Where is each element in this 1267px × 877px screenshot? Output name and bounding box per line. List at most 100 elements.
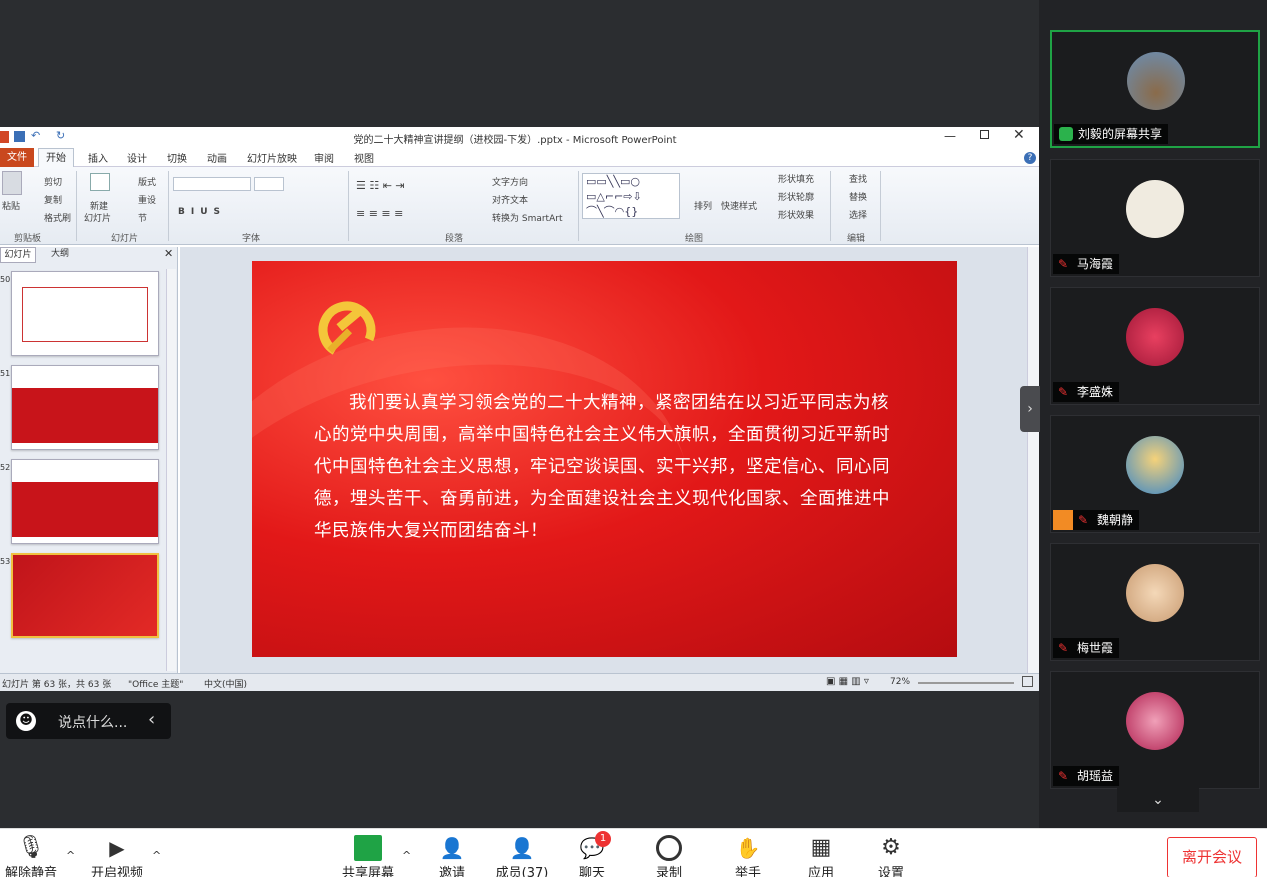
share-screen-button[interactable]: 共享屏幕 — [333, 829, 403, 877]
cut-button[interactable]: 剪切 — [44, 175, 62, 188]
quick-styles-button[interactable]: 快速样式 — [721, 199, 757, 212]
font-size-box[interactable] — [254, 177, 284, 191]
invite-button[interactable]: 👤 邀请 — [417, 829, 487, 877]
format-painter-button[interactable]: 格式刷 — [44, 211, 71, 224]
text-direction-button[interactable]: 文字方向 — [492, 175, 528, 188]
emoji-icon[interactable]: ☻ — [16, 711, 36, 731]
current-slide[interactable]: 我们要认真学习领会党的二十大精神，紧密团结在以习近平同志为核心的党中央周围，高举… — [252, 261, 957, 657]
group-font: 字体 — [242, 234, 261, 244]
layout-button[interactable]: 版式 — [138, 175, 156, 188]
panel-scrollbar[interactable] — [166, 269, 176, 671]
shape-outline-button[interactable]: 形状轮廓 — [778, 190, 814, 203]
tab-file[interactable]: 文件 — [0, 148, 34, 167]
group-editing: 编辑 — [847, 234, 866, 244]
tab-review[interactable]: 审阅 — [314, 150, 334, 165]
minimize-button[interactable]: — — [944, 129, 956, 143]
tab-animations[interactable]: 动画 — [207, 150, 227, 165]
chat-input[interactable]: 说点什么... — [58, 712, 127, 732]
participant-tile[interactable]: ✎ 梅世霞 — [1050, 543, 1260, 661]
panel-toggle-button[interactable]: › — [1020, 386, 1040, 432]
participant-tile[interactable]: ✎ 李盛姝 — [1050, 287, 1260, 405]
avatar — [1127, 52, 1185, 110]
chat-button[interactable]: 💬 聊天 1 — [557, 829, 627, 877]
gear-icon: ⚙ — [881, 835, 901, 860]
tab-insert[interactable]: 插入 — [88, 150, 108, 165]
language[interactable]: 中文(中国) — [204, 677, 247, 690]
new-slide-label[interactable]: 幻灯片 — [84, 211, 111, 224]
window-title: 党的二十大精神宣讲提纲（进校园-下发）.pptx - Microsoft Pow… — [353, 135, 677, 146]
shapes-gallery[interactable]: ▭▭╲╲▭○ ▭△⌐⌐⇨⇩ ⌒╲⌒◠{} — [582, 173, 680, 219]
shape-effect-button[interactable]: 形状效果 — [778, 208, 814, 221]
apps-button[interactable]: ▦ 应用 — [786, 829, 856, 877]
members-icon: 👤 — [509, 836, 535, 860]
participant-tile[interactable]: ✎ 魏朝静 — [1050, 415, 1260, 533]
paste-icon[interactable] — [2, 171, 22, 195]
members-button[interactable]: 👤 成员(37) — [487, 829, 557, 877]
audio-options-caret[interactable]: ^ — [66, 849, 75, 862]
copy-button[interactable]: 复制 — [44, 193, 62, 206]
theme-name: "Office 主题" — [128, 680, 184, 690]
section-button[interactable]: 节 — [138, 211, 147, 224]
participant-tile-active[interactable]: 刘毅的屏幕共享 — [1050, 30, 1260, 148]
record-button[interactable]: 录制 — [634, 829, 704, 877]
restore-button[interactable] — [980, 130, 989, 139]
tab-slideshow[interactable]: 幻灯片放映 — [247, 150, 297, 165]
slide-thumbnail-panel: 幻灯片 大纲 ✕ 50 51 52 53 — [0, 247, 178, 673]
new-slide-icon[interactable] — [90, 173, 110, 191]
tab-home[interactable]: 开始 — [38, 148, 74, 168]
font-name-box[interactable] — [173, 177, 251, 191]
share-options-caret[interactable]: ^ — [402, 849, 411, 862]
view-buttons[interactable]: ▣ ▦ ▥ ▿ — [826, 676, 869, 687]
close-button[interactable]: ✕ — [1013, 127, 1025, 143]
shape-fill-button[interactable]: 形状填充 — [778, 172, 814, 185]
bullets-button[interactable]: ☰ ☷ ⇤ ⇥ — [356, 179, 405, 192]
group-clipboard: 剪贴板 — [14, 234, 42, 244]
font-format-buttons[interactable]: BIUS — [178, 207, 226, 217]
select-button[interactable]: 选择 — [849, 208, 867, 221]
start-video-button[interactable]: ▶ 开启视频 — [82, 829, 152, 877]
status-bar: 幻灯片 第 63 张，共 63 张 "Office 主题" 中文(中国) ▣ ▦… — [0, 673, 1039, 691]
slide-thumbnail[interactable] — [11, 459, 159, 544]
align-text-button[interactable]: 对齐文本 — [492, 193, 528, 206]
participant-name: ✎ 李盛姝 — [1053, 382, 1120, 402]
mic-on-icon — [1059, 127, 1073, 141]
avatar — [1126, 308, 1184, 366]
tab-transitions[interactable]: 切换 — [167, 150, 187, 165]
replace-button[interactable]: 替换 — [849, 190, 867, 203]
tab-slides[interactable]: 幻灯片 — [0, 247, 36, 263]
video-options-caret[interactable]: ^ — [152, 849, 161, 862]
unmute-button[interactable]: 🎙 解除静音 — [0, 829, 66, 877]
edit-scrollbar[interactable] — [1027, 247, 1039, 673]
participant-tile[interactable]: ✎ 马海霞 — [1050, 159, 1260, 277]
align-buttons[interactable]: ≡ ≡ ≡ ≡ — [356, 207, 403, 220]
chat-box[interactable]: ☻ 说点什么... ‹ — [6, 703, 171, 739]
participant-name: ✎ 魏朝静 — [1053, 510, 1140, 530]
fit-slide-icon[interactable] — [1022, 676, 1033, 687]
zoom-level[interactable]: 72% — [890, 677, 910, 687]
slide-thumbnail[interactable] — [11, 365, 159, 450]
reset-button[interactable]: 重设 — [138, 193, 156, 206]
paste-button[interactable]: 粘贴 — [2, 199, 20, 212]
tab-design[interactable]: 设计 — [127, 150, 147, 165]
collapse-chat-icon[interactable]: ‹ — [148, 709, 155, 730]
leave-meeting-button[interactable]: 离开会议 — [1167, 837, 1257, 877]
slide-thumbnail-selected[interactable] — [11, 553, 159, 638]
smartart-button[interactable]: 转换为 SmartArt — [492, 211, 562, 224]
tab-view[interactable]: 视图 — [354, 150, 374, 165]
participant-tile[interactable]: ✎ 胡瑶益 — [1050, 671, 1260, 789]
avatar — [1126, 436, 1184, 494]
slide-thumbnail[interactable] — [11, 271, 159, 356]
zoom-slider[interactable] — [918, 682, 1014, 684]
settings-button[interactable]: ⚙ 设置 — [856, 829, 926, 877]
find-button[interactable]: 查找 — [849, 172, 867, 185]
close-panel-icon[interactable]: ✕ — [164, 247, 173, 260]
scroll-down-icon[interactable]: ⌄ — [1117, 788, 1199, 812]
arrange-button[interactable]: 排列 — [694, 199, 712, 212]
thumb-number: 50 — [0, 275, 11, 284]
camera-off-icon: ▶ — [109, 836, 125, 860]
tab-outline[interactable]: 大纲 — [40, 247, 80, 263]
party-emblem-icon — [314, 297, 380, 363]
help-icon[interactable]: ? — [1024, 152, 1036, 164]
raise-hand-button[interactable]: ✋ 举手 — [713, 829, 783, 877]
participant-name: ✎ 胡瑶益 — [1053, 766, 1120, 786]
